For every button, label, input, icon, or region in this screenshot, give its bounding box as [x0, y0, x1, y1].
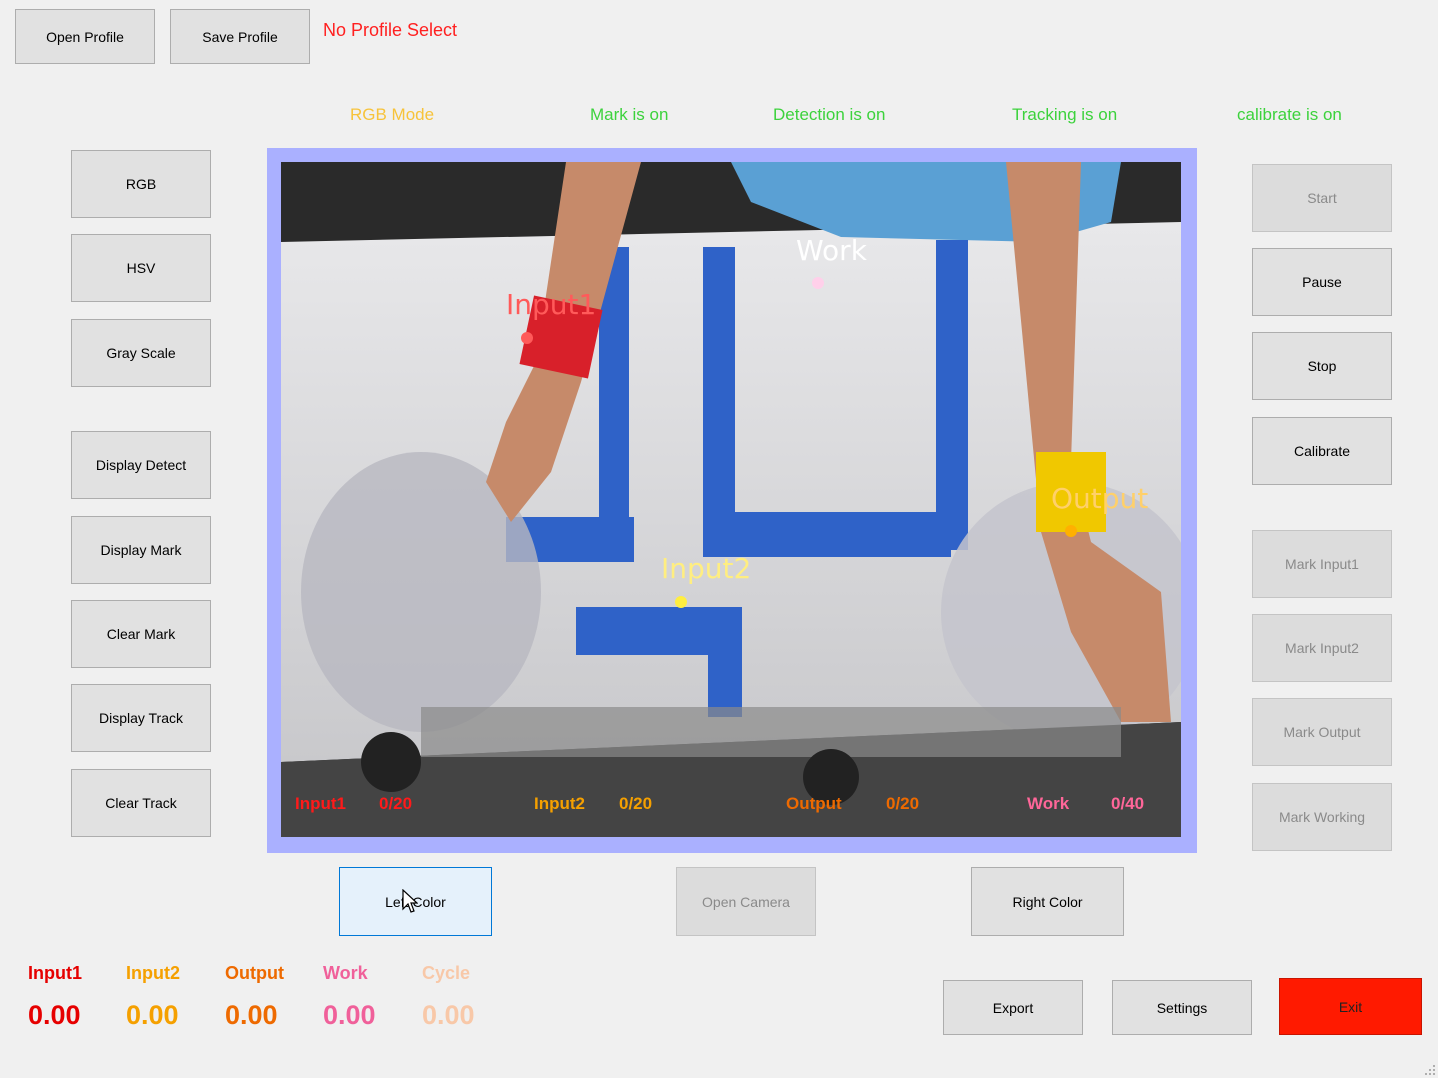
calibrate-button[interactable]: Calibrate [1252, 417, 1392, 485]
clear-mark-button[interactable]: Clear Mark [71, 600, 211, 668]
save-profile-button[interactable]: Save Profile [170, 9, 310, 64]
output-count-value: 0/20 [886, 794, 920, 813]
exit-button[interactable]: Exit [1279, 978, 1422, 1035]
resize-grip-icon[interactable] [1424, 1064, 1436, 1076]
input2-stat-label: Input2 [126, 963, 180, 983]
output-stat-label: Output [225, 963, 284, 983]
rgb-button[interactable]: RGB [71, 150, 211, 218]
cycle-stat-value: 0.00 [422, 1000, 475, 1030]
gray-scale-button[interactable]: Gray Scale [71, 319, 211, 387]
export-button[interactable]: Export [943, 980, 1083, 1035]
work-marker-label: Work [796, 234, 867, 267]
output-marker-dot [1065, 525, 1077, 537]
display-detect-button[interactable]: Display Detect [71, 431, 211, 499]
input1-stat-label: Input1 [28, 963, 82, 983]
input1-marker-dot [521, 332, 533, 344]
output-count-label: Output [786, 794, 842, 813]
output-stat-value: 0.00 [225, 1000, 278, 1030]
input2-marker-dot [675, 596, 687, 608]
stop-button[interactable]: Stop [1252, 332, 1392, 400]
open-camera-button[interactable]: Open Camera [676, 867, 816, 936]
input2-count-label: Input2 [534, 794, 585, 813]
work-count-label: Work [1027, 794, 1070, 813]
cycle-stat-label: Cycle [422, 963, 471, 983]
display-mark-button[interactable]: Display Mark [71, 516, 211, 584]
mark-status: Mark is on [590, 105, 669, 124]
tracking-status: Tracking is on [1012, 105, 1118, 124]
start-button[interactable]: Start [1252, 164, 1392, 232]
input1-marker-label: Input1 [506, 288, 597, 321]
work-stat-label: Work [323, 963, 368, 983]
mouse-cursor-icon [402, 889, 418, 913]
mark-input1-button[interactable]: Mark Input1 [1252, 530, 1392, 598]
camera-view: Input1 Work Output Input2 Input1 0/20 In… [281, 162, 1181, 837]
input2-count-value: 0/20 [619, 794, 653, 813]
mark-input2-button[interactable]: Mark Input2 [1252, 614, 1392, 682]
settings-button[interactable]: Settings [1112, 980, 1252, 1035]
display-track-button[interactable]: Display Track [71, 684, 211, 752]
input1-count-label: Input1 [295, 794, 346, 813]
input1-stat-value: 0.00 [28, 1000, 81, 1030]
output-marker-label: Output [1051, 482, 1149, 515]
mark-output-button[interactable]: Mark Output [1252, 698, 1392, 766]
open-profile-button[interactable]: Open Profile [15, 9, 155, 64]
hsv-button[interactable]: HSV [71, 234, 211, 302]
calibrate-status: calibrate is on [1237, 105, 1342, 124]
input1-count-value: 0/20 [379, 794, 413, 813]
work-marker-dot [812, 277, 824, 289]
work-count-value: 0/40 [1111, 794, 1145, 813]
profile-status: No Profile Select [323, 20, 458, 40]
mark-working-button[interactable]: Mark Working [1252, 783, 1392, 851]
work-stat-value: 0.00 [323, 1000, 376, 1030]
mode-status: RGB Mode [350, 105, 435, 124]
input2-marker-label: Input2 [661, 552, 752, 585]
clear-track-button[interactable]: Clear Track [71, 769, 211, 837]
input2-stat-value: 0.00 [126, 1000, 179, 1030]
pause-button[interactable]: Pause [1252, 248, 1392, 316]
right-color-button[interactable]: Right Color [971, 867, 1124, 936]
camera-scene-image [281, 162, 1181, 837]
detection-status: Detection is on [773, 105, 886, 124]
